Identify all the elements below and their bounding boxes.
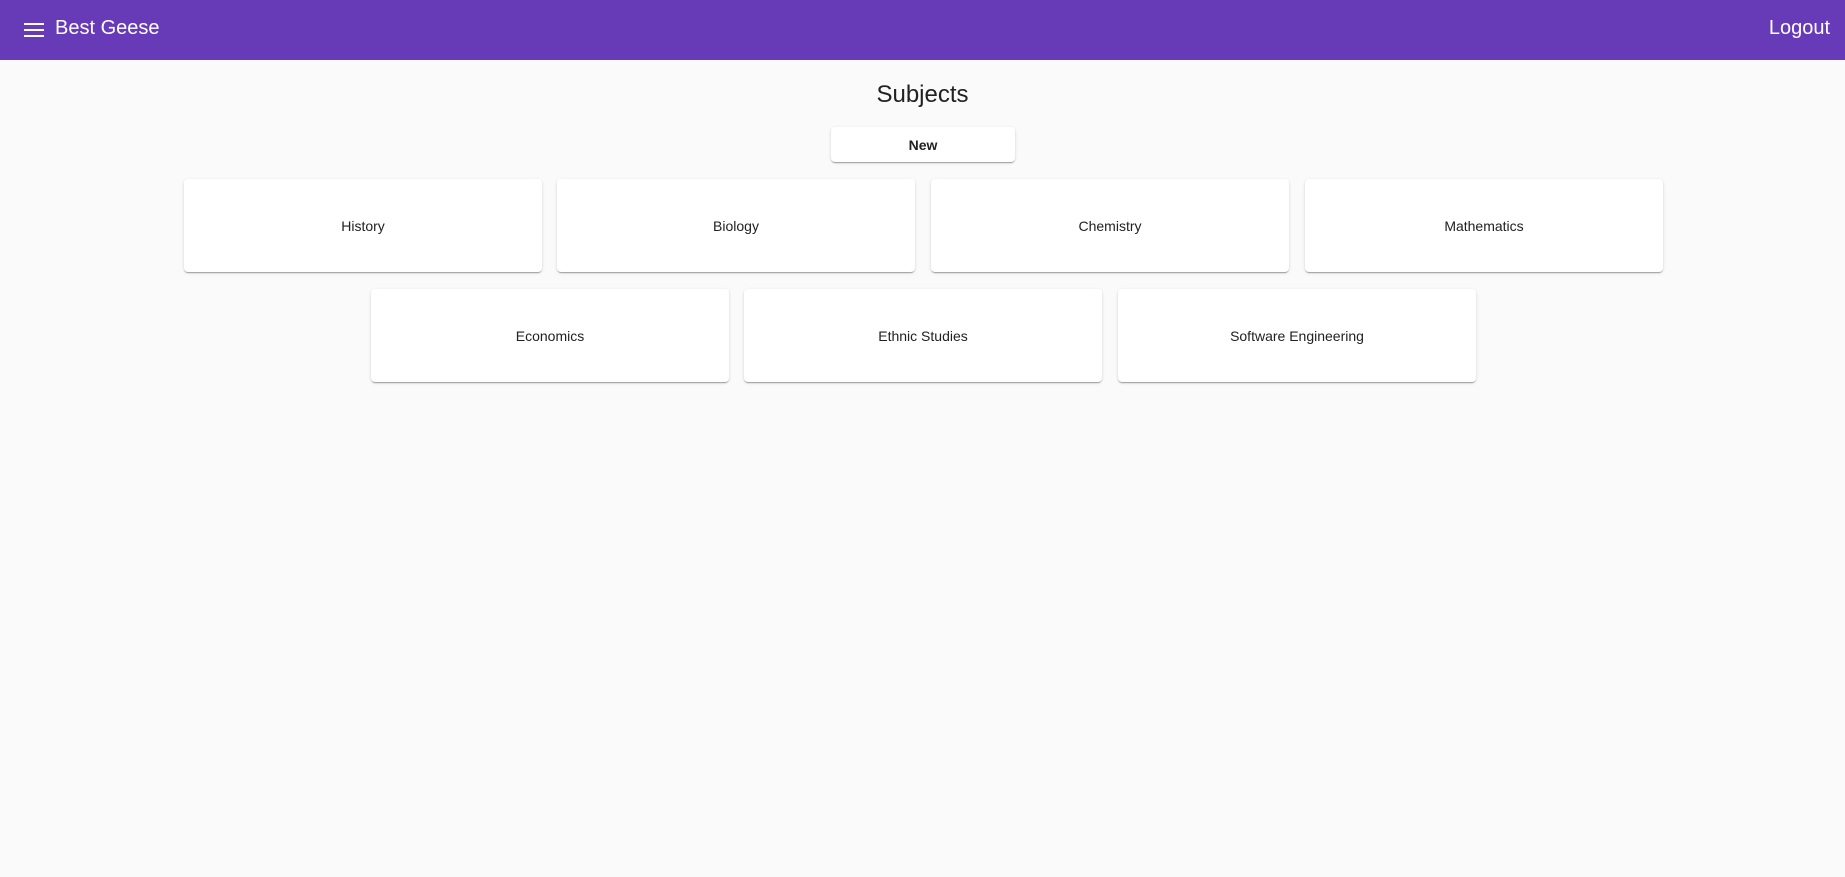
subject-card-history[interactable]: History — [184, 179, 542, 272]
subject-card-label: Ethnic Studies — [878, 327, 968, 344]
top-toolbar: Best Geese Logout — [0, 0, 1845, 60]
subject-card-economics[interactable]: Economics — [371, 289, 729, 382]
subject-card-chemistry[interactable]: Chemistry — [931, 179, 1289, 272]
subject-card-software-engineering[interactable]: Software Engineering — [1118, 289, 1476, 382]
subject-card-label: History — [341, 217, 385, 234]
subject-card-label: Biology — [713, 217, 759, 234]
subject-card-biology[interactable]: Biology — [557, 179, 915, 272]
subject-card-label: Software Engineering — [1230, 327, 1364, 344]
subject-card-mathematics[interactable]: Mathematics — [1305, 179, 1663, 272]
logout-button[interactable]: Logout — [1769, 16, 1830, 40]
subject-card-ethnic-studies[interactable]: Ethnic Studies — [744, 289, 1102, 382]
menu-button[interactable] — [20, 16, 48, 44]
subject-card-label: Mathematics — [1444, 217, 1524, 234]
new-subject-button[interactable]: New — [831, 127, 1015, 162]
subject-card-label: Economics — [515, 327, 585, 344]
page-title: Subjects — [876, 81, 969, 108]
menu-icon — [24, 23, 44, 37]
app-title[interactable]: Best Geese — [55, 16, 160, 40]
subject-card-label: Chemistry — [1078, 217, 1142, 234]
